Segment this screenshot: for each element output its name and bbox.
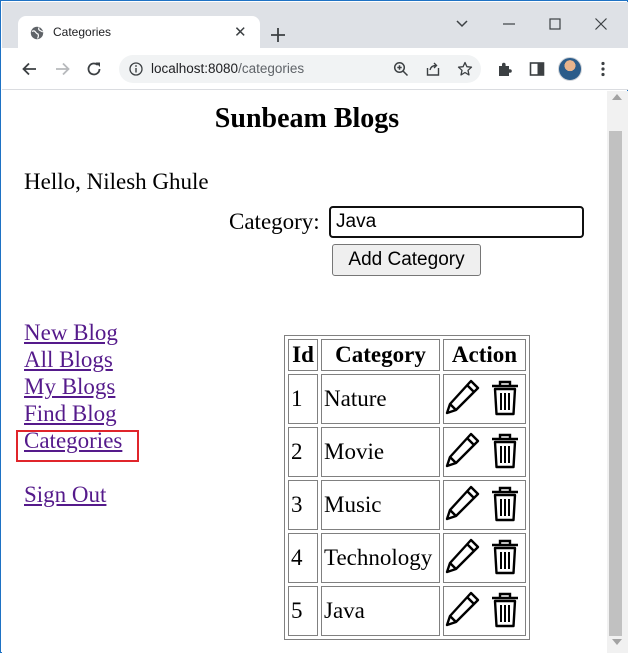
table-row: 1 Nature (288, 374, 526, 424)
cell-category: Music (321, 480, 440, 530)
nav-link-find-blog[interactable]: Find Blog (24, 400, 122, 427)
tab-strip: Categories ✕ (2, 2, 628, 50)
tab-title: Categories (53, 25, 112, 39)
table-row: 3 Music (288, 480, 526, 530)
add-category-button[interactable]: Add Category (332, 244, 481, 276)
cell-category: Technology (321, 533, 440, 583)
table-row: 2 Movie (288, 427, 526, 477)
cell-id: 3 (288, 480, 318, 530)
scroll-down-arrow-icon[interactable] (612, 639, 622, 645)
scroll-up-arrow-icon[interactable] (612, 94, 622, 100)
tab-close-icon[interactable]: ✕ (234, 24, 247, 40)
back-arrow-icon[interactable] (20, 59, 40, 79)
trash-icon[interactable] (490, 377, 520, 423)
address-bar[interactable]: localhost:8080/categories (119, 55, 481, 83)
table-body: 1 Nature 2 Movie 3 Music 4 Technology 5 Java (288, 374, 526, 636)
pencil-icon[interactable] (444, 377, 482, 423)
trash-icon[interactable] (490, 483, 520, 529)
more-menu-icon[interactable] (594, 60, 612, 78)
table-row: 4 Technology (288, 533, 526, 583)
url-text[interactable]: localhost:8080/categories (151, 61, 304, 76)
table-header-row: Id Category Action (288, 339, 526, 371)
tab-search-chevron-icon[interactable] (452, 14, 472, 34)
cell-id: 2 (288, 427, 318, 477)
browser-window: Categories ✕ localhost:8080/categories S… (0, 0, 628, 653)
cell-id: 1 (288, 374, 318, 424)
maximize-icon[interactable] (545, 14, 565, 34)
categories-table: Id Category Action 1 Nature 2 Movie 3 Music 4 T… (284, 335, 530, 640)
tab-categories[interactable]: Categories ✕ (18, 16, 260, 50)
cell-action (443, 480, 526, 530)
cell-category: Nature (321, 374, 440, 424)
trash-icon[interactable] (490, 536, 520, 582)
url-host: localhost:8080 (151, 61, 239, 76)
cell-action (443, 586, 526, 636)
minimize-icon[interactable] (499, 14, 519, 34)
categories-highlight-box (16, 430, 139, 462)
scroll-thumb[interactable] (609, 131, 622, 636)
pencil-icon[interactable] (444, 483, 482, 529)
extensions-puzzle-icon[interactable] (496, 60, 514, 78)
category-input[interactable] (329, 206, 584, 238)
zoom-icon[interactable] (393, 61, 409, 77)
browser-toolbar: localhost:8080/categories (2, 48, 628, 90)
cell-action (443, 374, 526, 424)
cell-id: 5 (288, 586, 318, 636)
greeting-text: Hello, Nilesh Ghule (24, 169, 209, 194)
reload-icon[interactable] (84, 59, 104, 79)
page-content: Sunbeam Blogs Hello, Nilesh Ghule Catego… (2, 91, 607, 653)
header-id: Id (288, 339, 318, 371)
url-path: /categories (238, 61, 305, 76)
share-icon[interactable] (425, 61, 441, 77)
bookmark-star-icon[interactable] (457, 61, 473, 77)
pencil-icon[interactable] (444, 430, 482, 476)
close-window-icon[interactable] (591, 14, 611, 34)
header-action: Action (443, 339, 526, 371)
page-title: Sunbeam Blogs (214, 103, 400, 134)
nav-link-all-blogs[interactable]: All Blogs (24, 346, 122, 373)
cell-id: 4 (288, 533, 318, 583)
trash-icon[interactable] (490, 430, 520, 476)
category-label: Category: (229, 209, 320, 234)
globe-icon (30, 26, 44, 40)
profile-avatar[interactable] (558, 57, 582, 81)
cell-category: Movie (321, 427, 440, 477)
forward-arrow-icon[interactable] (52, 59, 72, 79)
side-panel-icon[interactable] (528, 60, 546, 78)
nav-link-new-blog[interactable]: New Blog (24, 319, 122, 346)
cell-action (443, 533, 526, 583)
new-tab-icon[interactable] (267, 24, 289, 46)
sidebar-nav: New Blog All Blogs My Blogs Find Blog Ca… (24, 319, 122, 508)
cell-action (443, 427, 526, 477)
header-category: Category (321, 339, 440, 371)
pencil-icon[interactable] (444, 589, 482, 635)
nav-link-sign-out[interactable]: Sign Out (24, 481, 122, 508)
trash-icon[interactable] (490, 589, 520, 635)
nav-link-my-blogs[interactable]: My Blogs (24, 373, 122, 400)
site-info-icon[interactable] (129, 62, 143, 76)
cell-category: Java (321, 586, 440, 636)
vertical-scrollbar[interactable] (607, 91, 628, 653)
table-row: 5 Java (288, 586, 526, 636)
pencil-icon[interactable] (444, 536, 482, 582)
